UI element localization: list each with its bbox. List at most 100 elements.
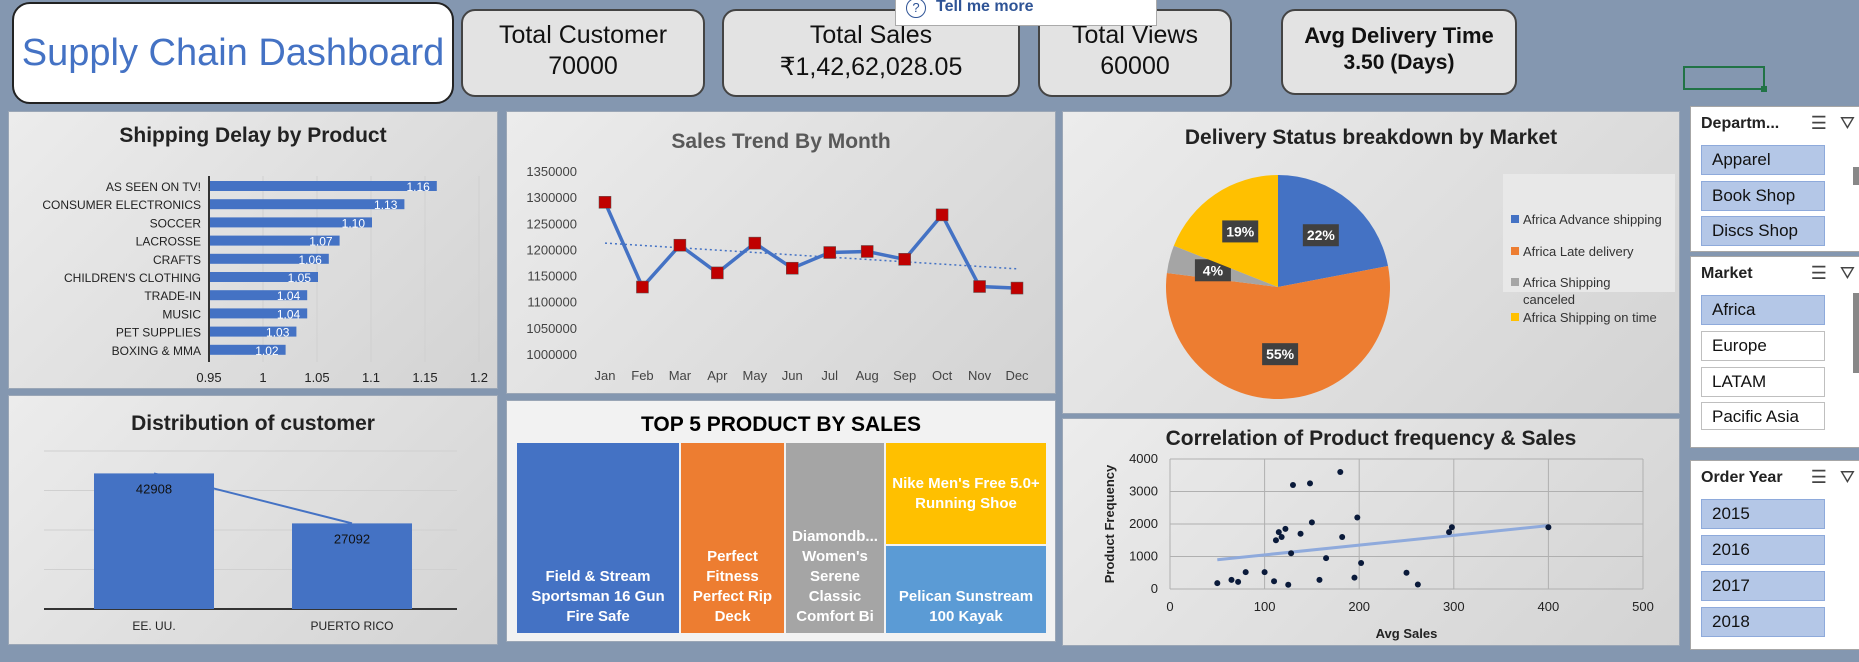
clear-filter-icon[interactable]: ⛛ — [1840, 467, 1855, 487]
tick-label: 0 — [1151, 581, 1158, 596]
tick-label: 300 — [1443, 599, 1465, 614]
multi-select-icon[interactable]: ☰ — [1811, 113, 1827, 133]
tick-label: 400 — [1538, 599, 1560, 614]
sales-trend-panel[interactable]: Sales Trend By Month 1000000 1050000 11000… — [506, 111, 1056, 394]
tick-label: 1.05 — [304, 370, 329, 385]
slicer-item[interactable]: Africa — [1701, 295, 1825, 325]
tick-label: Dec — [1005, 368, 1029, 383]
data-point — [1235, 578, 1242, 585]
category-label: LACROSSE — [136, 235, 201, 249]
data-label: 42908 — [136, 481, 172, 496]
tick-label: 200 — [1348, 599, 1370, 614]
tick-label: 1350000 — [526, 164, 577, 179]
slicer-item[interactable]: Discs Shop — [1701, 216, 1825, 246]
tell-me-link[interactable]: Tell me more — [936, 0, 1034, 16]
data-point — [860, 245, 874, 258]
sales-trend-chart: 1000000 1050000 1100000 1150000 1200000 12500… — [526, 164, 1029, 383]
category-label: PUERTO RICO — [311, 619, 394, 633]
slicer-item[interactable]: 2015 — [1701, 499, 1825, 529]
data-point — [973, 280, 986, 293]
slicer-scrollbar[interactable] — [1853, 293, 1859, 373]
data-point — [1289, 482, 1296, 488]
data-point — [1308, 519, 1315, 526]
slicer-controls[interactable]: ☰ ⛛ — [1811, 263, 1855, 284]
slicer-item[interactable]: Apparel — [1701, 145, 1825, 175]
slicer-controls[interactable]: ☰ ⛛ — [1811, 113, 1855, 134]
data-point — [711, 266, 724, 280]
category-label: CONSUMER ELECTRONICS — [42, 198, 201, 212]
tick-label: 1050000 — [526, 321, 577, 336]
order-year-slicer[interactable]: Order Year ☰ ⛛ 2015 2016 2017 2018 — [1690, 460, 1859, 650]
selected-cell[interactable] — [1683, 66, 1765, 90]
legend-label: Africa Shipping on time — [1523, 310, 1657, 325]
tick-label: 1000 — [1129, 549, 1158, 564]
help-circle-icon: ? — [906, 0, 926, 18]
top5-panel[interactable]: TOP 5 PRODUCT BY SALES Field & Stream Sp… — [506, 400, 1056, 642]
tick-label: 1250000 — [526, 216, 577, 231]
data-label: 1.06 — [298, 253, 322, 267]
category-label: PET SUPPLIES — [116, 326, 201, 340]
kpi-avg-delivery: Avg Delivery Time 3.50 (Days) — [1281, 9, 1517, 95]
market-slicer[interactable]: Market ☰ ⛛ Africa Europe LATAM Pacific A… — [1690, 256, 1859, 448]
tick-label: 1150000 — [527, 269, 577, 284]
correlation-panel[interactable]: Correlation of Product frequency & Sales… — [1062, 418, 1680, 646]
tick-label: 1.2 — [470, 370, 488, 385]
legend-swatch — [1511, 247, 1519, 255]
tick-label: 1000000 — [526, 347, 577, 362]
data-label: 1.05 — [288, 271, 312, 285]
tick-label: 1100000 — [527, 295, 577, 310]
data-point — [1339, 534, 1346, 540]
treemap-tile: Field & Stream Sportsman 16 Gun Fire Saf… — [517, 443, 679, 633]
data-label: 19% — [1226, 223, 1255, 239]
slicer-item[interactable]: LATAM — [1701, 367, 1825, 397]
kpi-label: Avg Delivery Time — [1304, 23, 1494, 48]
data-point — [673, 238, 687, 252]
tick-label: May — [743, 368, 768, 383]
kpi-label: Total Customer — [498, 21, 668, 49]
category-label: CHILDREN'S CLOTHING — [64, 271, 201, 285]
tick-label: Aug — [856, 368, 879, 383]
tick-label: 1.1 — [362, 370, 380, 385]
tick-label: Jul — [821, 368, 838, 383]
slicer-item[interactable]: 2018 — [1701, 607, 1825, 637]
data-point — [748, 236, 762, 250]
slicer-item[interactable]: Book Shop — [1701, 181, 1825, 211]
data-label: 1.04 — [277, 289, 301, 303]
slicer-item[interactable]: 2016 — [1701, 535, 1825, 565]
kpi-value: 60000 — [1100, 52, 1170, 80]
slicer-scrollbar[interactable] — [1853, 167, 1859, 185]
data-label: 1.04 — [277, 307, 301, 321]
chart-title: TOP 5 PRODUCT BY SALES — [640, 413, 922, 436]
category-label: TRADE-IN — [144, 289, 201, 303]
tell-me-popup[interactable]: ? Tell me more — [895, 0, 1157, 26]
treemap-tile: Nike Men's Free 5.0+ Running Shoe — [886, 443, 1046, 544]
category-label: BOXING & MMA — [112, 344, 201, 358]
distribution-panel[interactable]: Distribution of customer 42908 EE. UU. 270… — [8, 395, 498, 645]
slicer-header: Departm... — [1701, 115, 1780, 132]
clear-filter-icon[interactable]: ⛛ — [1840, 113, 1855, 133]
data-point — [1323, 555, 1330, 562]
tick-label: 1200000 — [526, 242, 577, 257]
slicer-controls[interactable]: ☰ ⛛ — [1811, 467, 1855, 488]
clear-filter-icon[interactable]: ⛛ — [1840, 263, 1855, 283]
multi-select-icon[interactable]: ☰ — [1811, 467, 1827, 487]
fill-handle[interactable] — [1761, 86, 1767, 92]
shipping-delay-panel[interactable]: Shipping Delay by Product 0.95 1 1.05 1.1 1.… — [8, 111, 498, 389]
slicer-header: Market — [1701, 265, 1753, 282]
delivery-status-panel[interactable]: Delivery Status breakdown by Market 22% 5… — [1062, 111, 1680, 414]
data-label: 4% — [1203, 262, 1224, 278]
department-slicer[interactable]: Departm... ☰ ⛛ Apparel Book Shop Discs S… — [1690, 106, 1859, 252]
slicer-item[interactable]: 2017 — [1701, 571, 1825, 601]
multi-select-icon[interactable]: ☰ — [1811, 263, 1827, 283]
series-line — [603, 201, 1018, 291]
shipping-delay-chart: 0.95 1 1.05 1.1 1.15 1.2 AS SEEN ON TV! 1.16 CON… — [42, 176, 488, 385]
data-point — [1414, 581, 1421, 588]
data-label: 1.07 — [309, 235, 333, 249]
slicer-item[interactable]: Europe — [1701, 331, 1825, 361]
delivery-status-chart: 22% 55% 4% 19% Africa Advance shipping Africa… — [1166, 174, 1675, 399]
slicer-item[interactable]: Pacific Asia — [1701, 402, 1825, 430]
data-point — [1545, 524, 1552, 531]
treemap-tile: Pelican Sunstream 100 Kayak — [886, 546, 1046, 633]
tick-label: 100 — [1254, 599, 1276, 614]
data-point — [1358, 560, 1365, 566]
